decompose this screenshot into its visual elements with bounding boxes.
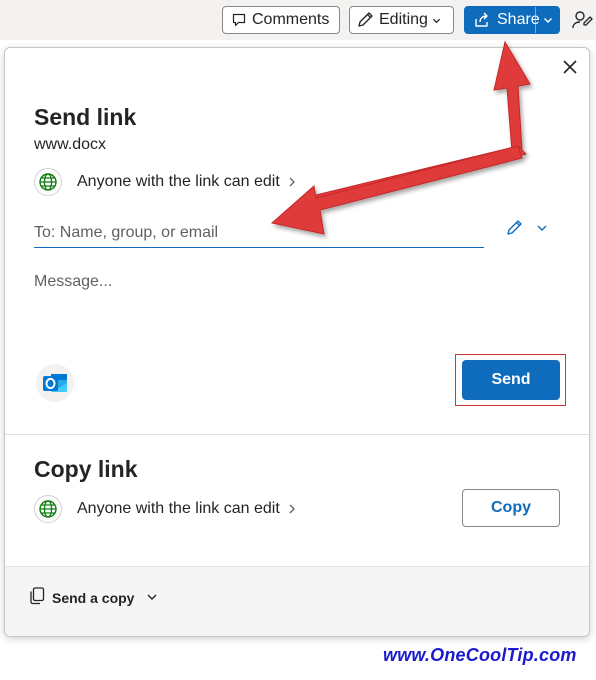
- copy-link-title: Copy link: [34, 456, 138, 482]
- person-feedback-icon[interactable]: [571, 9, 593, 36]
- globe-icon: [34, 495, 62, 523]
- file-name: www.docx: [34, 136, 107, 153]
- chevron-down-icon: [536, 221, 548, 239]
- copy-icon: [29, 587, 45, 608]
- site-watermark: www.OneCoolTip.com: [383, 645, 577, 665]
- share-dialog: Send link www.docx Anyone with the link …: [4, 47, 590, 637]
- send-link-title: Send link: [34, 104, 137, 130]
- permission-label: Anyone with the link can edit: [77, 173, 280, 190]
- recipient-permission-dropdown[interactable]: [504, 218, 552, 242]
- close-button[interactable]: [559, 58, 581, 80]
- share-icon: [473, 11, 491, 29]
- message-input[interactable]: [34, 273, 544, 343]
- copy-link-permission-settings[interactable]: Anyone with the link can edit: [34, 494, 296, 524]
- chevron-down-icon: [146, 590, 158, 606]
- comments-label: Comments: [252, 11, 330, 28]
- chevron-right-icon: [288, 501, 296, 517]
- app-toolbar: Comments Editing Share: [0, 0, 596, 40]
- share-label: Share: [497, 11, 540, 28]
- recipient-input[interactable]: [34, 218, 484, 248]
- comment-icon: [231, 12, 247, 28]
- dialog-footer: Send a copy: [5, 566, 589, 636]
- section-divider: [5, 434, 589, 435]
- send-a-copy-button[interactable]: Send a copy: [29, 587, 158, 608]
- send-copy-label: Send a copy: [52, 589, 135, 606]
- editing-label: Editing: [379, 11, 428, 28]
- close-icon: [563, 59, 577, 79]
- send-button[interactable]: Send: [462, 360, 560, 400]
- chevron-right-icon: [288, 174, 296, 190]
- permission-label: Anyone with the link can edit: [77, 500, 280, 517]
- share-button[interactable]: Share: [464, 6, 560, 34]
- link-permission-settings[interactable]: Anyone with the link can edit: [34, 167, 296, 197]
- globe-icon: [34, 168, 62, 196]
- pencil-icon: [504, 218, 524, 243]
- split-divider: [535, 7, 536, 33]
- copy-button[interactable]: Copy: [462, 489, 560, 527]
- outlook-icon: [35, 363, 75, 408]
- editing-mode-button[interactable]: Editing: [349, 6, 454, 34]
- chevron-down-icon: [432, 16, 441, 25]
- pencil-icon: [355, 10, 375, 30]
- chevron-down-icon[interactable]: [543, 15, 553, 25]
- comments-button[interactable]: Comments: [222, 6, 340, 34]
